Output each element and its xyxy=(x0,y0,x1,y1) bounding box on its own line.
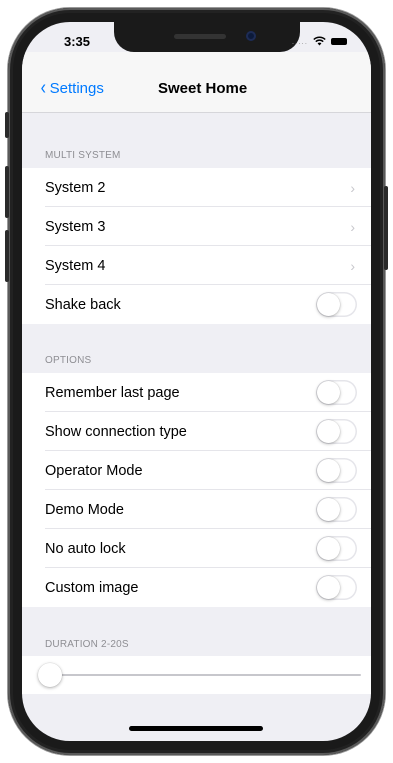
settings-row-custom-image[interactable]: Custom image xyxy=(22,568,371,607)
chevron-right-icon: › xyxy=(350,257,355,274)
row-label: Operator Mode xyxy=(45,462,143,479)
slider-thumb[interactable] xyxy=(38,663,62,687)
volume-up-button xyxy=(5,166,9,218)
slider-track[interactable] xyxy=(44,674,361,676)
row-label: Demo Mode xyxy=(45,501,124,518)
settings-row-shake-back[interactable]: Shake back xyxy=(22,285,371,324)
row-label: System 4 xyxy=(45,257,106,274)
section-header-options: OPTIONS xyxy=(45,355,92,366)
row-label: System 3 xyxy=(45,218,106,235)
toggle-shake-back[interactable] xyxy=(316,292,357,317)
duration-slider[interactable] xyxy=(22,656,371,694)
power-button xyxy=(384,186,388,270)
status-time: 3:35 xyxy=(64,34,91,49)
page-title: Sweet Home xyxy=(158,80,248,97)
volume-down-button xyxy=(5,230,9,282)
toggle-knob xyxy=(317,576,340,599)
toggle-demo-mode[interactable] xyxy=(316,497,357,522)
home-indicator[interactable] xyxy=(129,726,263,731)
mute-switch xyxy=(5,112,9,138)
notch xyxy=(114,22,300,52)
battery-icon xyxy=(331,37,347,45)
settings-row-system-4[interactable]: System 4 › xyxy=(22,246,371,285)
row-label: Custom image xyxy=(45,579,139,596)
toggle-custom-image[interactable] xyxy=(316,575,357,600)
row-label: System 2 xyxy=(45,179,106,196)
settings-row-system-2[interactable]: System 2 › xyxy=(22,168,371,207)
wifi-icon xyxy=(313,36,326,46)
settings-row-no-auto-lock[interactable]: No auto lock xyxy=(22,529,371,568)
status-indicators: ..... xyxy=(292,36,347,46)
screen: 3:35 ..... ‹ Settings Sweet Home MULTI S… xyxy=(22,22,371,741)
chevron-right-icon: › xyxy=(350,218,355,235)
section-header-multi-system: MULTI SYSTEM xyxy=(45,150,121,161)
multi-system-group: System 2 › System 3 › System 4 › Shake back xyxy=(22,168,371,324)
toggle-knob xyxy=(317,459,340,482)
section-header-duration: DURATION 2-20S xyxy=(45,639,129,650)
front-camera xyxy=(246,31,256,41)
toggle-remember-last-page[interactable] xyxy=(316,380,357,405)
row-label: Shake back xyxy=(45,296,121,313)
settings-row-show-connection-type[interactable]: Show connection type xyxy=(22,412,371,451)
navigation-bar: ‹ Settings Sweet Home xyxy=(22,52,371,113)
settings-row-demo-mode[interactable]: Demo Mode xyxy=(22,490,371,529)
chevron-left-icon: ‹ xyxy=(40,77,47,99)
toggle-show-connection-type[interactable] xyxy=(316,419,357,444)
signal-dots: ..... xyxy=(291,36,308,46)
toggle-knob xyxy=(317,381,340,404)
duration-group xyxy=(22,656,371,694)
settings-row-system-3[interactable]: System 3 › xyxy=(22,207,371,246)
toggle-knob xyxy=(317,420,340,443)
back-button-label: Settings xyxy=(49,80,104,97)
row-label: No auto lock xyxy=(45,540,126,557)
row-label: Show connection type xyxy=(45,423,187,440)
toggle-knob xyxy=(317,537,340,560)
phone-frame: 3:35 ..... ‹ Settings Sweet Home MULTI S… xyxy=(5,8,388,755)
back-button[interactable]: ‹ Settings xyxy=(40,77,104,99)
toggle-knob xyxy=(317,498,340,521)
speaker xyxy=(174,34,226,39)
row-label: Remember last page xyxy=(45,384,180,401)
options-group: Remember last page Show connection type Op… xyxy=(22,373,371,607)
toggle-operator-mode[interactable] xyxy=(316,458,357,483)
toggle-knob xyxy=(317,293,340,316)
chevron-right-icon: › xyxy=(350,179,355,196)
toggle-no-auto-lock[interactable] xyxy=(316,536,357,561)
settings-row-remember-last-page[interactable]: Remember last page xyxy=(22,373,371,412)
settings-row-operator-mode[interactable]: Operator Mode xyxy=(22,451,371,490)
